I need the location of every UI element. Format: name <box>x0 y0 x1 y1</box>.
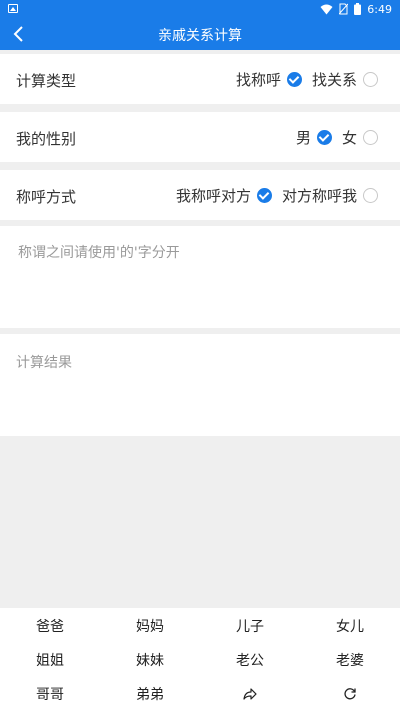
result-area: 计算结果 <box>0 334 400 436</box>
address-mode-row: 称呼方式 我称呼对方 对方称呼我 <box>0 170 400 220</box>
gender-row: 我的性别 男 女 <box>0 112 400 162</box>
refresh-icon[interactable] <box>300 677 400 711</box>
relation-input[interactable] <box>16 240 390 324</box>
option-find-relation-label: 找关系 <box>311 71 357 89</box>
key-elder-brother[interactable]: 哥哥 <box>0 677 100 711</box>
relation-input-area <box>0 226 400 328</box>
unchecked-radio-icon[interactable] <box>363 130 378 145</box>
option-male-label: 男 <box>295 129 311 147</box>
option-female-label: 女 <box>341 129 357 147</box>
key-wife[interactable]: 老婆 <box>300 643 400 677</box>
status-bar: 6:49 <box>0 0 400 18</box>
checked-radio-icon[interactable] <box>316 130 332 145</box>
option-male[interactable]: 男 <box>296 127 332 148</box>
checked-radio-icon[interactable] <box>286 72 302 87</box>
no-sim-icon <box>339 3 349 15</box>
battery-icon <box>354 3 362 15</box>
key-son[interactable]: 儿子 <box>200 609 300 643</box>
key-father[interactable]: 爸爸 <box>0 609 100 643</box>
option-find-title[interactable]: 找称呼 <box>236 69 302 90</box>
option-female[interactable]: 女 <box>342 127 378 148</box>
key-husband[interactable]: 老公 <box>200 643 300 677</box>
key-younger-sister[interactable]: 妹妹 <box>100 643 200 677</box>
share-arrow-icon[interactable] <box>200 677 300 711</box>
calc-type-label: 计算类型 <box>16 72 77 90</box>
option-they-call-me-label: 对方称呼我 <box>281 187 357 205</box>
wifi-icon <box>320 4 333 14</box>
status-time: 6:49 <box>367 2 392 16</box>
option-find-relation[interactable]: 找关系 <box>312 69 378 90</box>
checked-radio-icon[interactable] <box>256 188 272 203</box>
unchecked-radio-icon[interactable] <box>363 72 378 87</box>
relation-keyboard: 爸爸 妈妈 儿子 女儿 姐姐 妹妹 老公 老婆 哥哥 弟弟 <box>0 608 400 711</box>
image-notification-icon <box>8 4 18 13</box>
option-i-call-them-label: 我称呼对方 <box>175 187 251 205</box>
address-mode-label: 称呼方式 <box>16 188 77 206</box>
calc-type-row: 计算类型 找称呼 找关系 <box>0 54 400 104</box>
app-bar: 亲戚关系计算 <box>0 18 400 50</box>
key-daughter[interactable]: 女儿 <box>300 609 400 643</box>
result-label: 计算结果 <box>16 355 72 371</box>
option-i-call-them[interactable]: 我称呼对方 <box>176 185 272 206</box>
gender-label: 我的性别 <box>16 130 77 148</box>
key-younger-brother[interactable]: 弟弟 <box>100 677 200 711</box>
key-mother[interactable]: 妈妈 <box>100 609 200 643</box>
unchecked-radio-icon[interactable] <box>363 188 378 203</box>
option-find-title-label: 找称呼 <box>235 71 281 89</box>
key-elder-sister[interactable]: 姐姐 <box>0 643 100 677</box>
page-title: 亲戚关系计算 <box>158 28 242 44</box>
option-they-call-me[interactable]: 对方称呼我 <box>282 185 378 206</box>
